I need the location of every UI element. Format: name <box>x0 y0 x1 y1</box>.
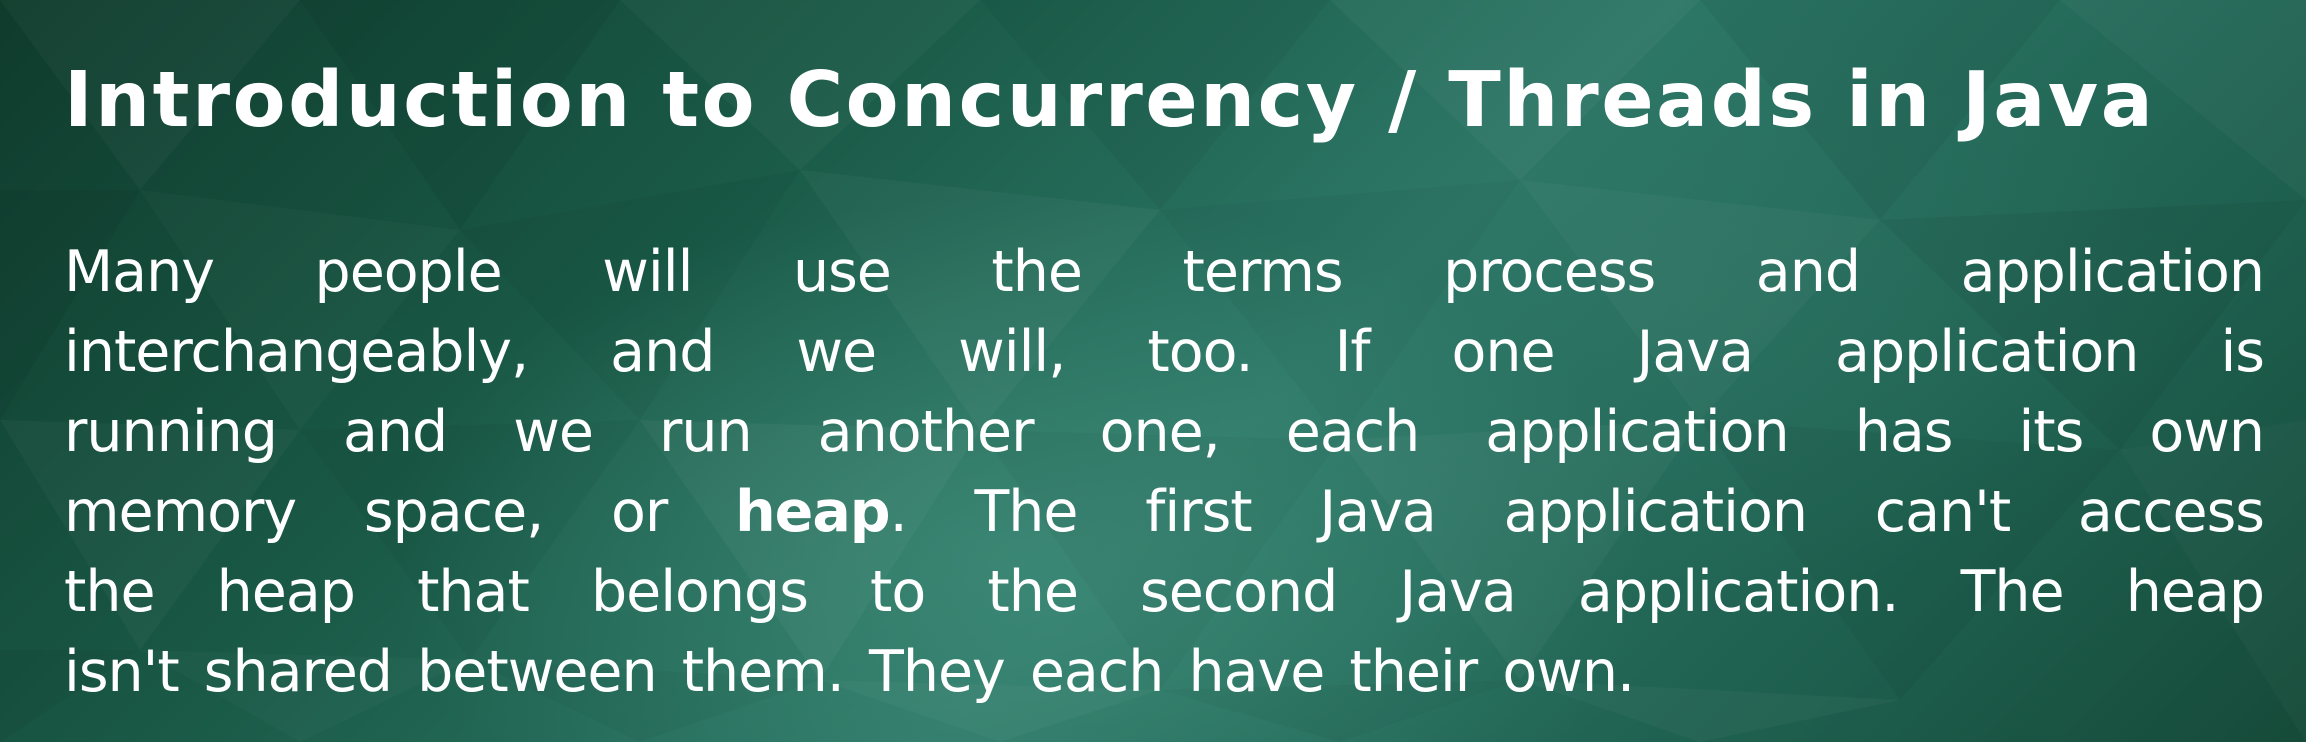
paragraph-line-1: Many people will use the terms process a… <box>64 239 2265 305</box>
body-paragraph: Many people will use the terms process a… <box>64 232 2265 712</box>
paragraph-line-5: the heap that belongs to the second Java… <box>64 559 2265 625</box>
slide: Introduction to Concurrency / Threads in… <box>0 0 2306 742</box>
paragraph-line-3: running and we run another one, each app… <box>64 399 2265 465</box>
slide-title: Introduction to Concurrency / Threads in… <box>64 56 2156 145</box>
paragraph-line-4-start: memory space, or <box>64 479 736 545</box>
paragraph-line-4-end: . The first Java application can't acces… <box>889 479 2265 545</box>
heap-bold-text: heap <box>735 479 891 545</box>
paragraph-line-4: memory space, or heap. The first Java ap… <box>64 472 2265 552</box>
paragraph-line-2: interchangeably, and we will, too. If on… <box>64 319 2265 385</box>
paragraph-line-6: isn't shared between them. They each hav… <box>64 639 1635 705</box>
